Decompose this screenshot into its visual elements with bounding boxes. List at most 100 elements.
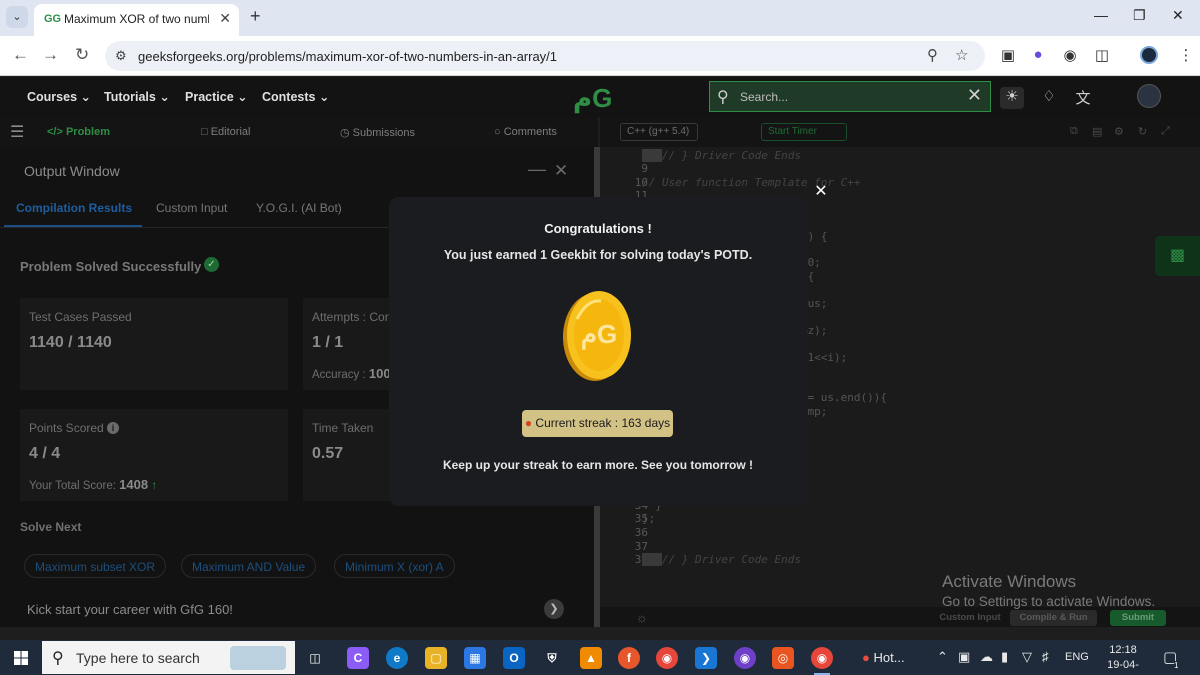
settings-icon[interactable]: ⚙ bbox=[1114, 125, 1124, 138]
translate-icon[interactable]: 文 bbox=[1071, 87, 1095, 109]
notification-bell-icon[interactable]: ♢ bbox=[1037, 87, 1061, 109]
svg-text:مG: مG bbox=[581, 319, 617, 350]
editor-toolbar: C++ (g++ 5.4) Start Timer ⧉ ▤ ⚙ ↻ ⤢ bbox=[600, 117, 1200, 147]
copy-icon[interactable]: ⧉ bbox=[1070, 125, 1078, 138]
solve-next-heading: Solve Next bbox=[20, 520, 82, 534]
outlook-icon[interactable]: O bbox=[503, 647, 525, 669]
menu-tutorials[interactable]: Tutorials ⌄ bbox=[104, 89, 170, 104]
language-indicator[interactable]: ENG bbox=[1065, 651, 1089, 663]
fold-marker-icon[interactable]: ... bbox=[642, 553, 662, 566]
arrow-up-icon: ↑ bbox=[151, 478, 158, 492]
security-shield-icon[interactable]: ⛨ bbox=[541, 647, 563, 669]
custom-input-button[interactable]: Custom Input bbox=[930, 610, 1010, 626]
tab-yogi-ai-bot[interactable]: Y.O.G.I. (AI Bot) bbox=[256, 201, 342, 215]
edge-icon[interactable]: e bbox=[386, 647, 408, 669]
tab-comments[interactable]: ○ Comments bbox=[494, 126, 557, 138]
vlc-icon[interactable]: ▲ bbox=[580, 647, 602, 669]
solve-next-chip[interactable]: Maximum AND Value bbox=[181, 554, 317, 578]
tab-problem[interactable]: </> Problem bbox=[47, 126, 110, 138]
cast-extension-icon[interactable]: ▣ bbox=[998, 46, 1018, 66]
browser-menu-icon[interactable]: ⋮ bbox=[1176, 46, 1196, 66]
submit-button[interactable]: Submit bbox=[1110, 610, 1166, 626]
minimize-output-icon[interactable]: — bbox=[528, 159, 546, 180]
file-explorer-icon[interactable]: ▢ bbox=[425, 647, 447, 669]
task-view-icon[interactable]: ◫ bbox=[304, 647, 326, 669]
geekbit-coin-icon: مG bbox=[563, 291, 631, 381]
compile-run-button[interactable]: Compile & Run bbox=[1010, 610, 1097, 626]
browser-tab[interactable]: GG Maximum XOR of two numbers ✕ bbox=[34, 4, 239, 36]
menu-courses[interactable]: Courses ⌄ bbox=[27, 89, 91, 104]
restore-window-button[interactable]: ❐ bbox=[1133, 7, 1146, 24]
search-input[interactable] bbox=[740, 88, 960, 106]
tab-editorial[interactable]: □ Editorial bbox=[201, 126, 250, 138]
vscode-icon[interactable]: ❯ bbox=[695, 647, 717, 669]
chat-icon[interactable]: ▩ bbox=[1155, 236, 1200, 276]
show-hidden-icons[interactable]: ⌃ bbox=[937, 649, 948, 665]
solve-next-chip[interactable]: Minimum X (xor) A bbox=[334, 554, 455, 578]
battery-icon[interactable]: ▮ bbox=[1001, 649, 1008, 665]
new-tab-button[interactable]: + bbox=[250, 6, 261, 27]
gfg-logo[interactable]: مG bbox=[573, 83, 612, 114]
fullscreen-icon[interactable]: ⤢ bbox=[1161, 125, 1170, 138]
file-icon[interactable]: ▤ bbox=[1092, 125, 1102, 138]
info-icon[interactable]: i bbox=[107, 422, 120, 434]
profile-avatar[interactable] bbox=[1140, 46, 1158, 64]
url-omnibox[interactable]: ⚙ geeksforgeeks.org/problems/maximum-xor… bbox=[105, 41, 985, 71]
extension-flame-icon[interactable]: ● bbox=[1028, 46, 1048, 66]
site-settings-icon[interactable]: ⚙ bbox=[115, 48, 127, 64]
weather-widget[interactable]: ● Hot... bbox=[862, 650, 905, 665]
firefox-icon[interactable]: f bbox=[618, 647, 640, 669]
reset-icon[interactable]: ↻ bbox=[1138, 125, 1147, 138]
theme-toggle-icon[interactable]: ☀ bbox=[1000, 87, 1024, 109]
line-number: 36 bbox=[634, 526, 648, 539]
volume-mute-icon[interactable]: ♯ bbox=[1042, 649, 1049, 664]
clear-search-icon[interactable]: ✕ bbox=[967, 85, 982, 106]
user-avatar[interactable] bbox=[1137, 84, 1161, 108]
github-desktop-icon[interactable]: ◉ bbox=[734, 647, 756, 669]
modal-close-icon[interactable]: ✕ bbox=[812, 183, 830, 201]
congratulations-modal: Congratulations ! You just earned 1 Geek… bbox=[389, 197, 807, 506]
clock[interactable]: 12:18 19-04-2025 bbox=[1100, 643, 1146, 675]
taskbar-search-text: Type here to search bbox=[76, 650, 200, 666]
menu-contests[interactable]: Contests ⌄ bbox=[262, 89, 329, 104]
tab-close-icon[interactable]: ✕ bbox=[219, 10, 231, 27]
close-window-button[interactable]: ✕ bbox=[1172, 7, 1184, 24]
tab-custom-input[interactable]: Custom Input bbox=[156, 201, 227, 215]
close-output-icon[interactable]: ✕ bbox=[554, 161, 568, 181]
modal-subtitle: You just earned 1 Geekbit for solving to… bbox=[443, 248, 753, 262]
forward-button[interactable]: → bbox=[42, 45, 59, 65]
clock-date: 19-04-2025 bbox=[1107, 659, 1139, 675]
chevron-right-icon[interactable]: ❯ bbox=[544, 599, 564, 619]
tab-submissions[interactable]: ◷ Submissions bbox=[340, 126, 415, 139]
back-button[interactable]: ← bbox=[12, 45, 29, 65]
wifi-icon[interactable]: ▽ bbox=[1022, 649, 1032, 665]
windows-start-icon[interactable] bbox=[14, 651, 28, 665]
windows-taskbar: ⚲ Type here to search ◫ C e ▢ ▦ O ⛨ ▲ f … bbox=[0, 640, 1200, 675]
meet-icon[interactable]: ▣ bbox=[958, 649, 970, 665]
taskbar-search[interactable]: ⚲ Type here to search bbox=[42, 641, 295, 674]
menu-practice[interactable]: Practice ⌄ bbox=[185, 89, 248, 104]
points-value: 4 / 4 bbox=[29, 445, 61, 462]
notification-badge: 1 bbox=[1174, 661, 1179, 670]
sun-icon[interactable]: ☼ bbox=[636, 610, 648, 625]
extension-spy-icon[interactable]: ◉ bbox=[1060, 46, 1080, 66]
minimize-window-button[interactable]: — bbox=[1094, 7, 1108, 23]
tab-compilation-results[interactable]: Compilation Results bbox=[16, 201, 132, 215]
bookmark-star-icon[interactable]: ☆ bbox=[955, 46, 968, 64]
reload-button[interactable]: ↻ bbox=[75, 45, 89, 65]
ubuntu-icon[interactable]: ◎ bbox=[772, 647, 794, 669]
streak-badge: ● Current streak : 163 days bbox=[522, 410, 673, 437]
fold-marker-icon[interactable]: ... bbox=[642, 149, 662, 162]
zoom-icon[interactable]: ⚲ bbox=[927, 46, 938, 64]
tab-search-button[interactable]: ⌄ bbox=[6, 6, 28, 28]
store-icon[interactable]: ▦ bbox=[464, 647, 486, 669]
onedrive-icon[interactable]: ☁ bbox=[980, 649, 993, 665]
chrome-icon[interactable]: ◉ bbox=[656, 647, 678, 669]
chrome-active-icon[interactable]: ◉ bbox=[811, 647, 833, 669]
hamburger-menu-icon[interactable]: ☰ bbox=[10, 122, 24, 142]
language-select[interactable]: C++ (g++ 5.4) bbox=[620, 123, 698, 141]
copilot-icon[interactable]: C bbox=[347, 647, 369, 669]
solve-next-chip[interactable]: Maximum subset XOR bbox=[24, 554, 167, 578]
extensions-puzzle-icon[interactable]: ◫ bbox=[1092, 46, 1112, 66]
start-timer-button[interactable]: Start Timer bbox=[761, 123, 847, 141]
